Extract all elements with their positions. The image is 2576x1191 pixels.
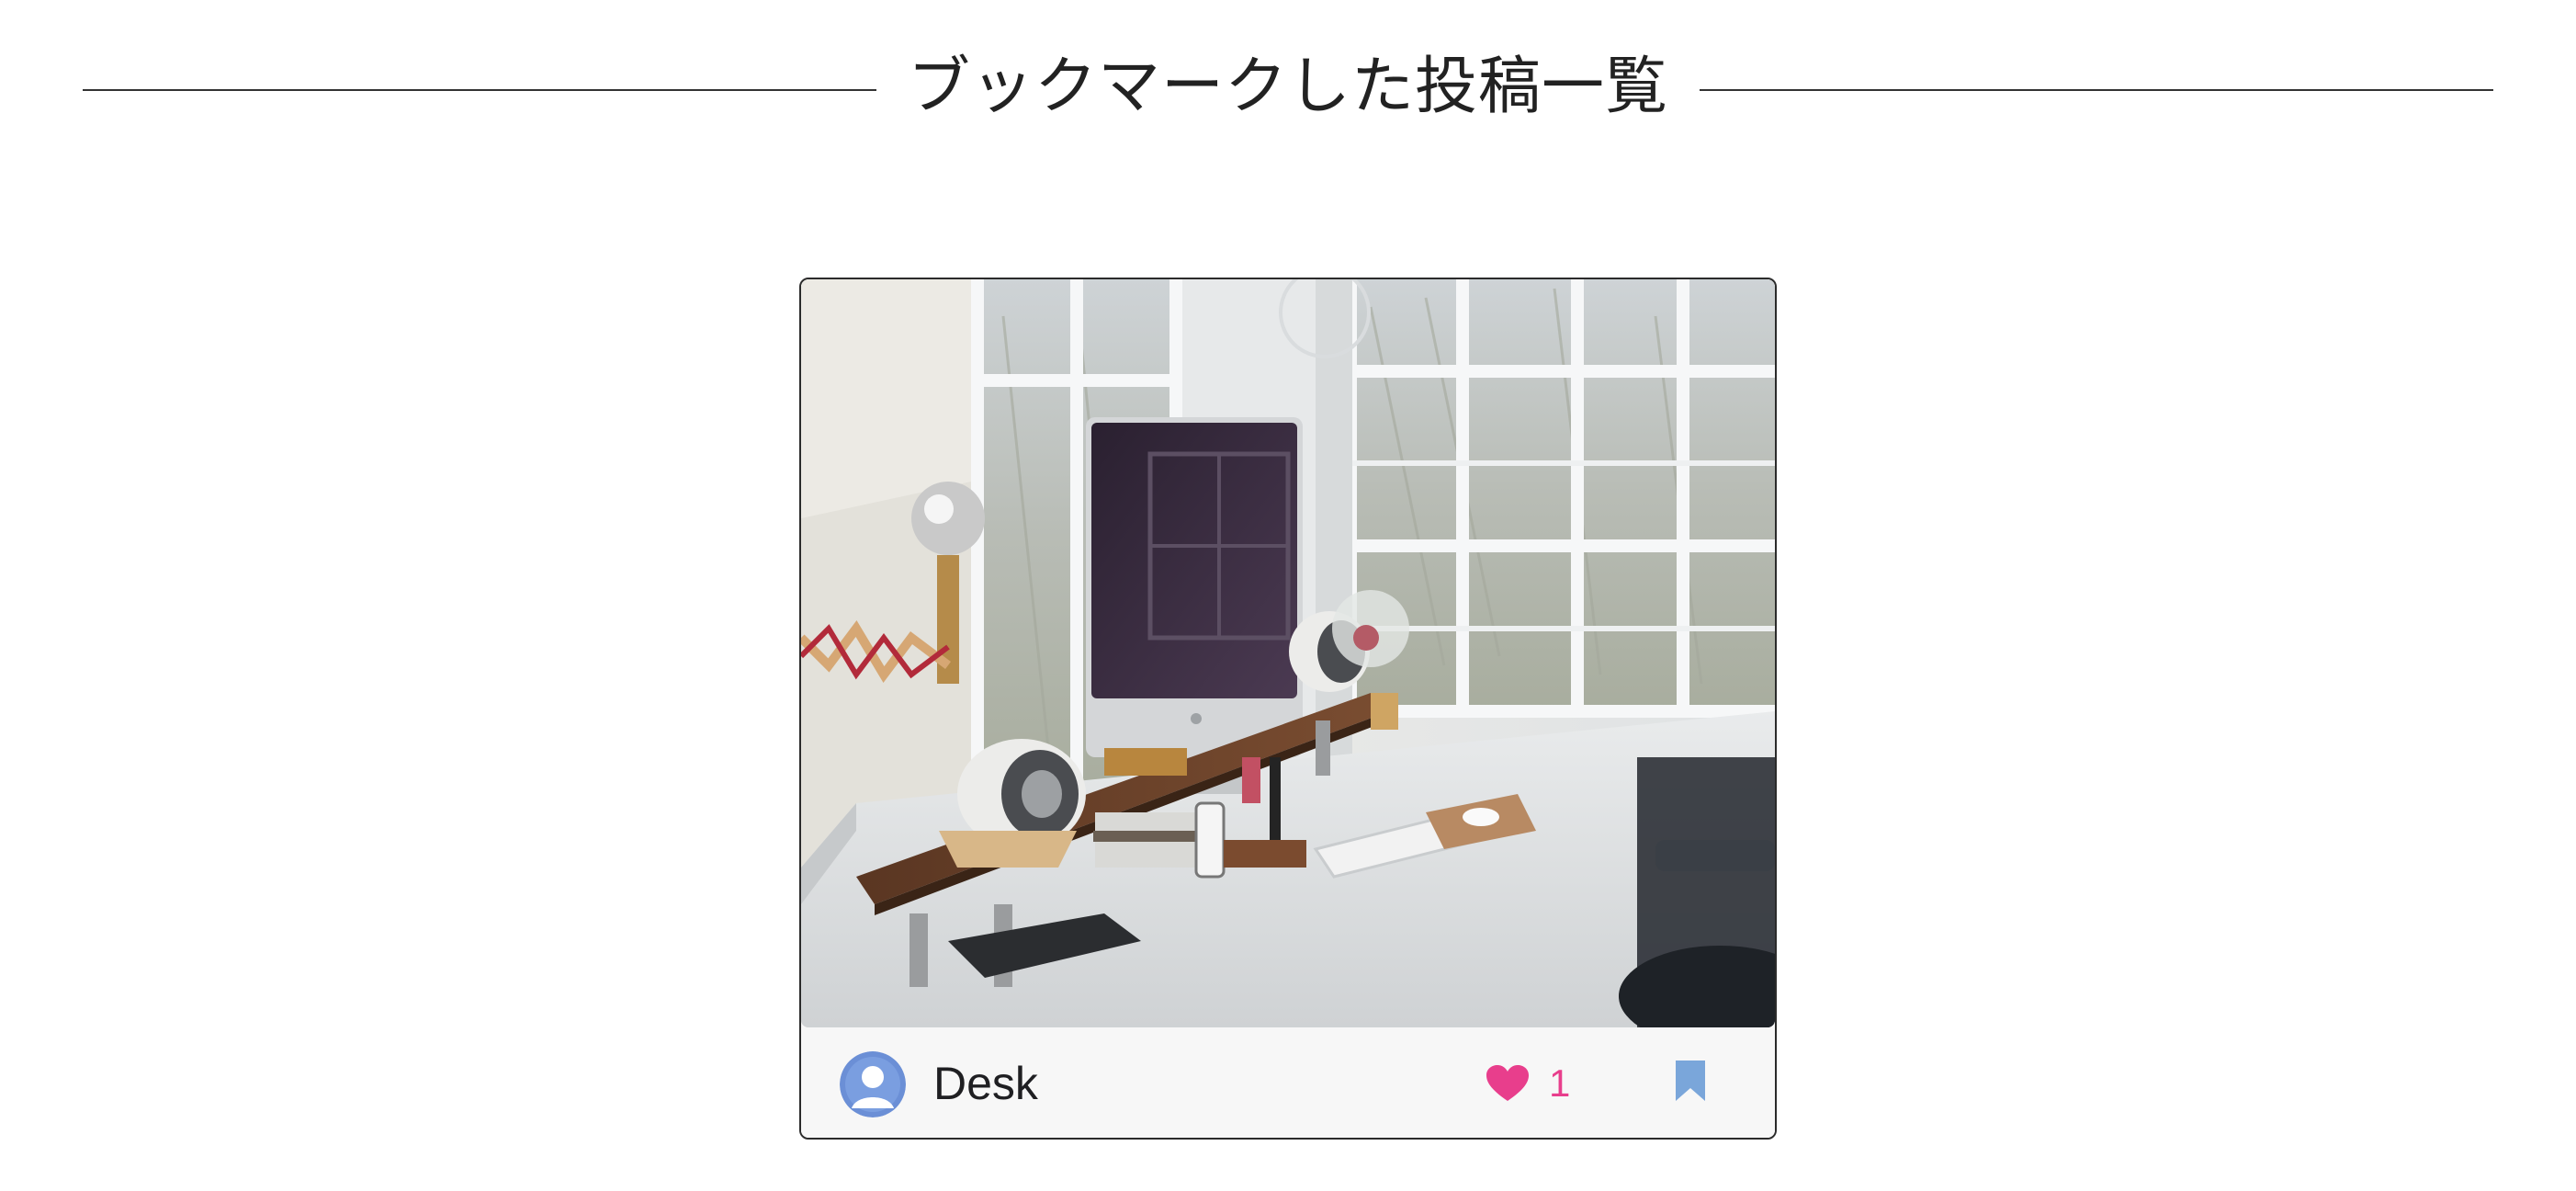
post-image[interactable] bbox=[801, 279, 1775, 1027]
like-count: 1 bbox=[1549, 1061, 1571, 1105]
post-footer: Desk 1 bbox=[801, 1027, 1775, 1138]
user-avatar-icon[interactable] bbox=[840, 1051, 906, 1117]
heading-rule-left bbox=[83, 89, 876, 91]
post-card[interactable]: Desk 1 bbox=[799, 278, 1777, 1140]
bookmark-icon bbox=[1676, 1061, 1705, 1101]
heading-rule-right bbox=[1700, 89, 2494, 91]
page-title: ブックマークした投稿一覧 bbox=[908, 51, 1669, 123]
desk-photo bbox=[801, 279, 1775, 1027]
heart-icon bbox=[1486, 1065, 1529, 1101]
page-heading: ブックマークした投稿一覧 bbox=[83, 37, 2494, 138]
like-button[interactable]: 1 bbox=[1486, 1061, 1570, 1106]
post-title[interactable]: Desk bbox=[933, 1053, 1038, 1114]
bookmark-button[interactable] bbox=[1674, 1059, 1707, 1103]
